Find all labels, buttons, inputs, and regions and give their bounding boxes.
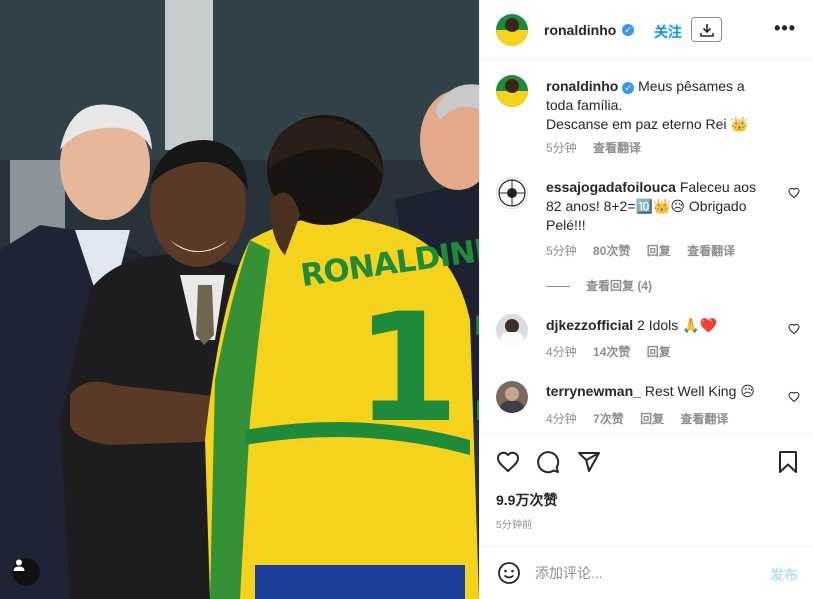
comment-meta: 5分钟 80次赞 回复 查看翻译 <box>546 242 748 259</box>
commenter-avatar[interactable] <box>496 381 528 413</box>
comment-text: Meus pêsames a <box>638 78 745 94</box>
reply-button[interactable]: 回复 <box>647 345 671 359</box>
comment-text: Pelé!!! <box>546 217 586 233</box>
comment-time[interactable]: 5分钟 <box>546 244 577 258</box>
reply-button[interactable]: 回复 <box>640 412 664 426</box>
post-photo[interactable]: RONALDINHO 11 <box>0 0 479 599</box>
post-header: ronaldinho ✓ 关注 ••• <box>480 0 813 60</box>
comment-text: toda família. <box>546 97 623 113</box>
jersey-number-text: 11 <box>355 282 479 456</box>
view-replies-button[interactable]: 查看回复 (4) <box>546 277 652 294</box>
comment-text: 82 anos! 8+2= <box>546 198 636 214</box>
comment-like-heart-icon[interactable] <box>788 391 800 403</box>
emoji-smiley-icon[interactable] <box>497 561 521 585</box>
comment-text: Rest Well King <box>644 383 737 399</box>
comment-text: Obrigado <box>685 198 747 214</box>
comment-time[interactable]: 4分钟 <box>546 345 577 359</box>
verified-badge-icon: ✓ <box>622 82 635 94</box>
more-options-icon[interactable]: ••• <box>774 18 796 39</box>
soccer-ball-logo-icon <box>498 179 526 207</box>
author-username[interactable]: ronaldinho <box>544 22 616 38</box>
comment-like-heart-icon[interactable] <box>788 323 800 335</box>
reply-button[interactable]: 回复 <box>647 244 671 258</box>
like-heart-icon[interactable] <box>496 450 520 474</box>
divider <box>546 286 570 288</box>
comment-meta: 4分钟 14次赞 回复 <box>546 343 684 360</box>
comment-likes[interactable]: 80次赞 <box>593 244 630 258</box>
comment-text: Descanse em paz eterno Rei <box>546 116 727 132</box>
comment-input[interactable] <box>535 561 745 585</box>
see-translation-link[interactable]: 查看翻译 <box>687 244 735 258</box>
emoji-icon: 🙏❤️ <box>682 317 718 333</box>
add-comment-bar: 发布 <box>480 546 813 599</box>
see-translation-link[interactable]: 查看翻译 <box>680 412 728 426</box>
comment-text: Faleceu aos <box>679 179 757 195</box>
verified-badge-icon: ✓ <box>622 24 634 36</box>
post-actions: 9.9万次赞 5分钟前 <box>480 433 813 546</box>
see-translation-link[interactable]: 查看翻译 <box>593 141 641 155</box>
comment-likes[interactable]: 7次赞 <box>593 412 624 426</box>
comment-meta: 4分钟 7次赞 回复 查看翻译 <box>546 410 741 427</box>
commenter-avatar[interactable] <box>496 75 528 107</box>
comment-meta: 5分钟 查看翻译 <box>546 139 654 156</box>
share-send-icon[interactable] <box>577 450 601 474</box>
post-timestamp[interactable]: 5分钟前 <box>496 516 532 531</box>
comment-bubble-icon[interactable] <box>536 450 560 474</box>
photo-illustration: RONALDINHO 11 <box>0 0 479 599</box>
comment-text: 2 Idols <box>637 317 679 333</box>
comment-time[interactable]: 4分钟 <box>546 412 577 426</box>
commenter-avatar[interactable] <box>496 314 528 346</box>
commenter-username[interactable]: essajogadafoilouca <box>546 179 676 195</box>
comment-like-heart-icon[interactable] <box>788 187 800 199</box>
tagged-users-button[interactable] <box>12 558 40 586</box>
download-button[interactable] <box>691 17 722 42</box>
commenter-username[interactable]: ronaldinho <box>546 78 618 94</box>
comment-time[interactable]: 5分钟 <box>546 141 577 155</box>
commenter-username[interactable]: djkezzofficial <box>546 317 633 333</box>
user-icon <box>13 559 25 571</box>
view-replies-label: 查看回复 (4) <box>586 279 653 293</box>
commenter-username[interactable]: terrynewman_ <box>546 383 641 399</box>
post-comment-button[interactable]: 发布 <box>770 565 798 585</box>
commenter-avatar[interactable] <box>496 177 528 209</box>
crown-emoji-icon: 👑 <box>730 116 748 132</box>
author-avatar[interactable] <box>496 14 528 46</box>
download-icon <box>699 23 714 37</box>
save-bookmark-icon[interactable] <box>776 450 800 474</box>
post-sidebar: ronaldinho ✓ 关注 ••• ronaldinho ✓ Meus pê… <box>479 0 813 599</box>
comment-likes[interactable]: 14次赞 <box>593 345 630 359</box>
emoji-icon: 🔟👑😥 <box>635 198 685 214</box>
likes-count[interactable]: 9.9万次赞 <box>496 490 557 510</box>
comments-list[interactable]: ronaldinho ✓ Meus pêsames a toda família… <box>480 61 813 433</box>
emoji-icon: 😥 <box>740 383 755 399</box>
follow-button[interactable]: 关注 <box>654 22 682 42</box>
